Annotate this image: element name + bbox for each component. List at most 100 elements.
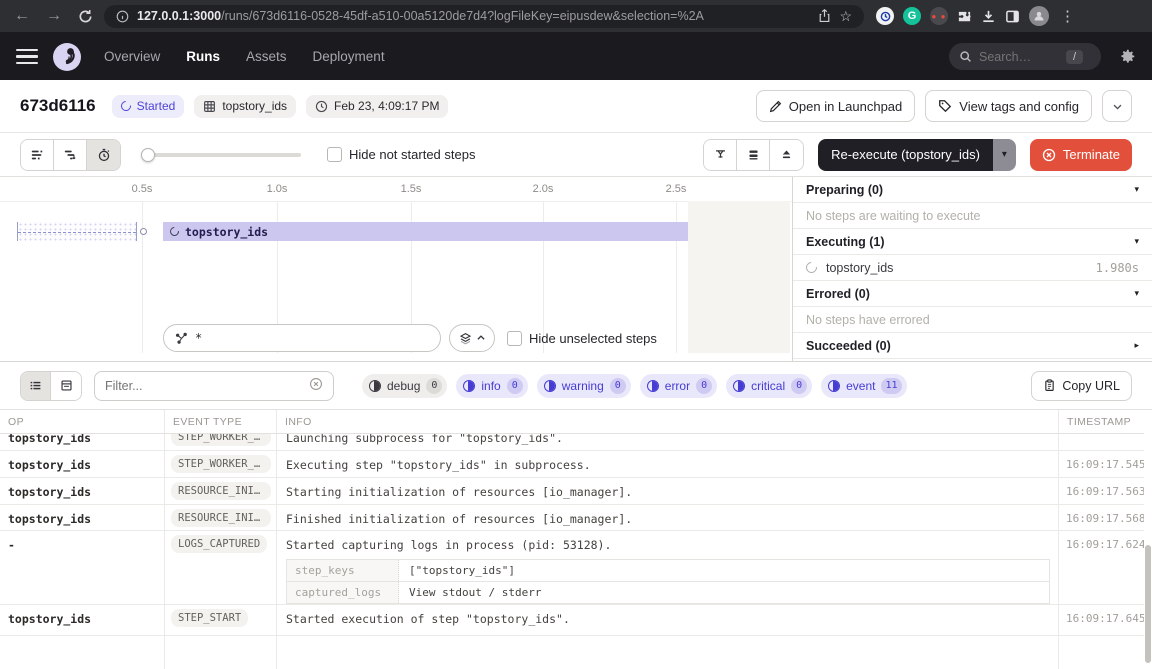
nav-item-assets[interactable]: Assets <box>246 49 287 64</box>
downloads-icon[interactable] <box>981 9 996 24</box>
op-selector-field[interactable] <box>163 324 441 352</box>
terminate-button[interactable]: Terminate <box>1030 139 1132 171</box>
clear-filter-icon[interactable] <box>309 377 323 394</box>
nav-item-deployment[interactable]: Deployment <box>313 49 385 64</box>
log-view-structured-button[interactable] <box>51 372 81 400</box>
panel-section-succeeded[interactable]: Succeeded (0) ▸ <box>793 333 1152 359</box>
log-timestamp: 16:09:17.545 <box>1059 451 1144 478</box>
dagster-logo[interactable] <box>52 42 82 72</box>
level-label: warning <box>562 379 604 393</box>
log-scrollbar-thumb[interactable] <box>1145 545 1151 663</box>
run-actions-caret-button[interactable] <box>1102 90 1132 122</box>
extensions-puzzle-icon[interactable] <box>957 9 972 24</box>
log-level-badges: debug 0 info 0 warning 0 error 0 critica… <box>362 374 907 398</box>
level-toggle-info[interactable]: info 0 <box>456 374 527 398</box>
gantt-zoom-slider[interactable] <box>141 148 301 162</box>
meta-value: ["topstory_ids"] <box>399 560 1049 581</box>
eject-collapse-icon[interactable] <box>770 140 803 170</box>
executing-step-row[interactable]: topstory_ids 1.980s <box>793 255 1152 281</box>
page-info-icon[interactable] <box>116 10 129 23</box>
reexecute-caret-button[interactable]: ▾ <box>993 139 1016 171</box>
log-row-logs-captured[interactable]: - LOGS_CAPTURED Started capturing logs i… <box>0 531 1152 605</box>
event-type-pill: LOGS_CAPTURED <box>171 535 267 553</box>
log-filter-input[interactable] <box>105 379 309 393</box>
view-mode-waterfall-button[interactable] <box>54 140 87 170</box>
level-toggle-warning[interactable]: warning 0 <box>537 374 631 398</box>
profile-avatar[interactable] <box>1029 6 1049 26</box>
extension-robot-icon[interactable]: ● ● <box>930 7 948 25</box>
reexecute-button[interactable]: Re-execute (topstory_ids) <box>818 139 993 171</box>
filter-funnel-icon[interactable] <box>704 140 737 170</box>
level-count: 0 <box>426 378 442 394</box>
level-toggle-event[interactable]: event 11 <box>821 374 906 398</box>
hamburger-menu-icon[interactable] <box>16 49 38 65</box>
event-type-pill: STEP_START <box>171 609 248 627</box>
share-icon[interactable] <box>818 9 831 23</box>
side-panel-icon[interactable] <box>1005 9 1020 24</box>
level-count: 11 <box>881 378 901 394</box>
nav-item-overview[interactable]: Overview <box>104 49 160 64</box>
browser-menu-icon[interactable]: ⋮ <box>1058 7 1077 25</box>
level-toggle-error[interactable]: error 0 <box>640 374 717 398</box>
chevron-down-icon: ▾ <box>1134 184 1139 195</box>
executing-title: Executing (1) <box>806 235 885 249</box>
col-event-type: EVENT TYPE <box>165 410 277 434</box>
browser-reload-icon[interactable] <box>74 9 96 24</box>
level-toggle-critical[interactable]: critical 0 <box>726 374 812 398</box>
gantt-step-bar[interactable]: topstory_ids <box>163 222 688 241</box>
open-in-launchpad-button[interactable]: Open in Launchpad <box>756 90 915 122</box>
view-mode-timed-button[interactable] <box>87 140 120 170</box>
app-navbar: Overview Runs Assets Deployment / <box>0 33 1152 80</box>
log-info: Launching subprocess for "topstory_ids". <box>277 434 1058 451</box>
run-time-tag: Feb 23, 4:09:17 PM <box>306 95 448 118</box>
level-label: critical <box>751 379 785 393</box>
view-mode-flat-button[interactable] <box>21 140 54 170</box>
global-search[interactable]: / <box>949 43 1101 70</box>
search-input[interactable] <box>979 50 1059 64</box>
log-row[interactable]: topstory_ids STEP_WORKER_STARTED Executi… <box>0 451 1152 478</box>
slider-knob[interactable] <box>141 148 155 162</box>
meta-key: captured_logs <box>287 582 399 603</box>
op-graph-icon <box>175 332 188 345</box>
log-row[interactable]: topstory_ids STEP_START Started executio… <box>0 605 1152 636</box>
nav-item-runs[interactable]: Runs <box>186 49 220 64</box>
log-op: topstory_ids <box>0 605 165 636</box>
log-row-clipped[interactable]: topstory_ids STEP_WORKER_STARTING Launch… <box>0 434 1152 451</box>
gantt-chart: 0.5s 1.0s 1.5s 2.0s 2.5s topstory_ids <box>0 177 793 361</box>
extension-grammarly-icon[interactable]: G <box>903 7 921 25</box>
hide-unselected-checkbox[interactable] <box>507 331 522 346</box>
bookmark-star-icon[interactable]: ☆ <box>839 8 852 25</box>
chevron-down-icon: ▾ <box>1134 236 1139 247</box>
extension-clock-icon[interactable] <box>876 7 894 25</box>
log-row[interactable]: topstory_ids RESOURCE_INIT_SUCCESS Finis… <box>0 505 1152 531</box>
browser-back-icon[interactable]: ← <box>10 7 34 25</box>
settings-gear-icon[interactable] <box>1119 48 1136 65</box>
view-stdout-stderr-link[interactable]: View stdout / stderr <box>399 582 1049 603</box>
event-type-pill: STEP_WORKER_STARTING <box>171 434 271 446</box>
panel-section-executing[interactable]: Executing (1) ▾ <box>793 229 1152 255</box>
copy-url-button[interactable]: Copy URL <box>1031 371 1132 401</box>
panel-section-preparing[interactable]: Preparing (0) ▾ <box>793 177 1152 203</box>
gantt-future-region <box>688 201 790 353</box>
preparing-empty-text: No steps are waiting to execute <box>793 203 1152 229</box>
log-view-list-button[interactable] <box>21 372 51 400</box>
log-row[interactable]: topstory_ids RESOURCE_INIT_STARTED Start… <box>0 478 1152 505</box>
log-timestamp: 16:09:17.563 <box>1059 478 1144 505</box>
level-count: 0 <box>791 378 807 394</box>
panel-section-errored[interactable]: Errored (0) ▾ <box>793 281 1152 307</box>
level-toggle-debug[interactable]: debug 0 <box>362 374 447 398</box>
log-info: Started execution of step "topstory_ids"… <box>277 605 1059 636</box>
search-shortcut-key: / <box>1066 50 1083 64</box>
gantt-bar-label: topstory_ids <box>185 225 268 239</box>
op-selector-input[interactable] <box>195 331 395 345</box>
address-bar[interactable]: 127.0.0.1:3000/runs/673d6116-0528-45df-a… <box>104 5 864 28</box>
extension-strip: G ● ● ⋮ <box>876 6 1077 26</box>
hide-not-started-checkbox[interactable] <box>327 147 342 162</box>
run-id-title: 673d6116 <box>20 96 96 116</box>
graph-query-toggle-button[interactable] <box>449 324 495 352</box>
browser-forward-icon[interactable]: → <box>42 7 66 25</box>
job-tag[interactable]: topstory_ids <box>194 95 296 118</box>
log-filter-field[interactable] <box>94 371 334 401</box>
rows-expand-icon[interactable] <box>737 140 770 170</box>
view-tags-config-button[interactable]: View tags and config <box>925 90 1092 122</box>
